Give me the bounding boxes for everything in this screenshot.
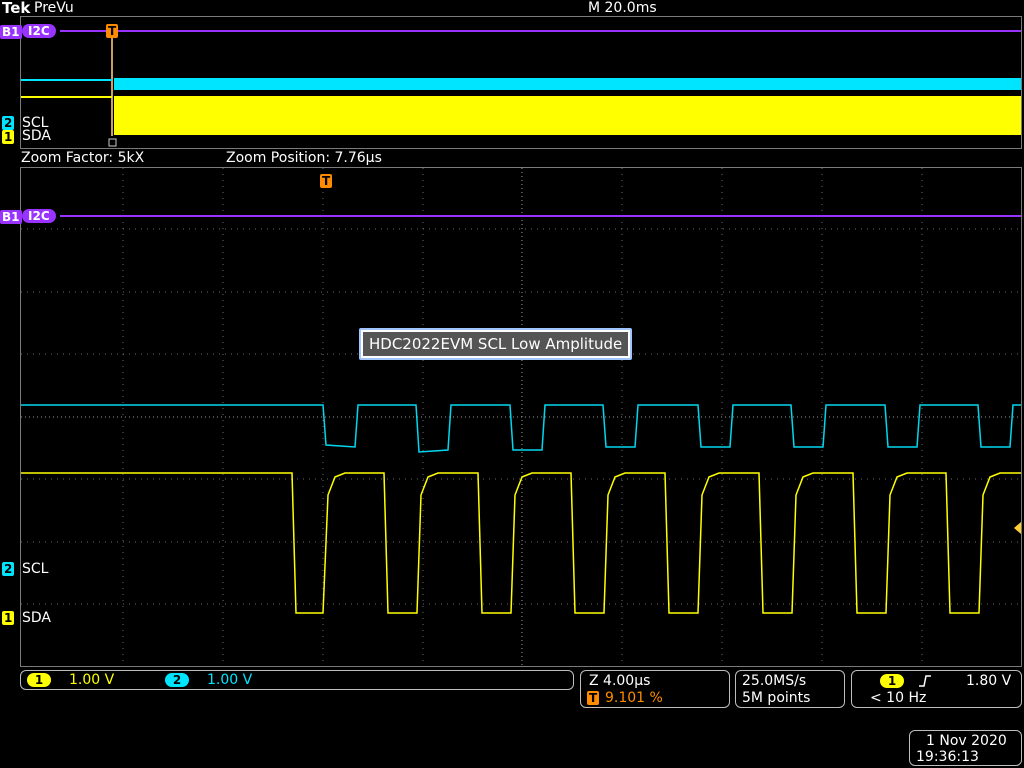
zoom-bus-label[interactable]: I2C	[22, 209, 56, 223]
zoom-ch2-marker[interactable]: 2	[2, 562, 15, 576]
date-display: 1 Nov 2020	[926, 733, 1007, 749]
zoom-scl-trace	[21, 404, 1021, 453]
trigger-level-arrow	[1014, 522, 1021, 534]
zoom-ch1-label: SDA	[22, 610, 51, 626]
zoom-scale[interactable]: Z 4.00µs	[589, 673, 650, 689]
zoom-ch1-marker[interactable]: 1	[2, 611, 15, 625]
time-display: 19:36:13	[916, 749, 979, 765]
zoom-bus-marker[interactable]: B1	[0, 210, 22, 224]
trigger-position[interactable]: 9.101 %	[605, 690, 663, 706]
zoom-ch2-label: SCL	[22, 561, 49, 577]
acquisition-bar[interactable]: 25.0MS/s 5M points	[735, 670, 845, 708]
ch1-scale[interactable]: 1.00 V	[69, 672, 114, 688]
trigger-source-badge[interactable]: 1	[880, 674, 904, 688]
datetime-box: 1 Nov 2020 19:36:13	[909, 730, 1022, 766]
channel-scale-bar[interactable]: 1 1.00 V 2 1.00 V	[20, 670, 574, 690]
sample-rate: 25.0MS/s	[742, 673, 807, 689]
ch1-badge[interactable]: 1	[27, 673, 51, 687]
trigger-frequency: < 10 Hz	[870, 690, 927, 706]
horizontal-zoom-bar[interactable]: Z 4.00µs T 9.101 %	[580, 670, 730, 708]
rising-edge-icon	[919, 675, 931, 687]
annotation-note[interactable]: HDC2022EVM SCL Low Amplitude	[359, 328, 633, 360]
trigger-level[interactable]: 1.80 V	[966, 673, 1011, 689]
ch2-scale[interactable]: 1.00 V	[207, 672, 252, 688]
ch2-badge[interactable]: 2	[165, 673, 189, 687]
zoom-trigger-marker[interactable]: T	[320, 174, 333, 188]
trigger-position-badge: T	[587, 691, 600, 705]
zoom-sda-trace	[21, 472, 1021, 614]
trigger-bar[interactable]: 1 1.80 V < 10 Hz	[851, 670, 1022, 708]
record-length: 5M points	[742, 690, 811, 706]
zoom-center-crosshair	[21, 168, 1021, 666]
